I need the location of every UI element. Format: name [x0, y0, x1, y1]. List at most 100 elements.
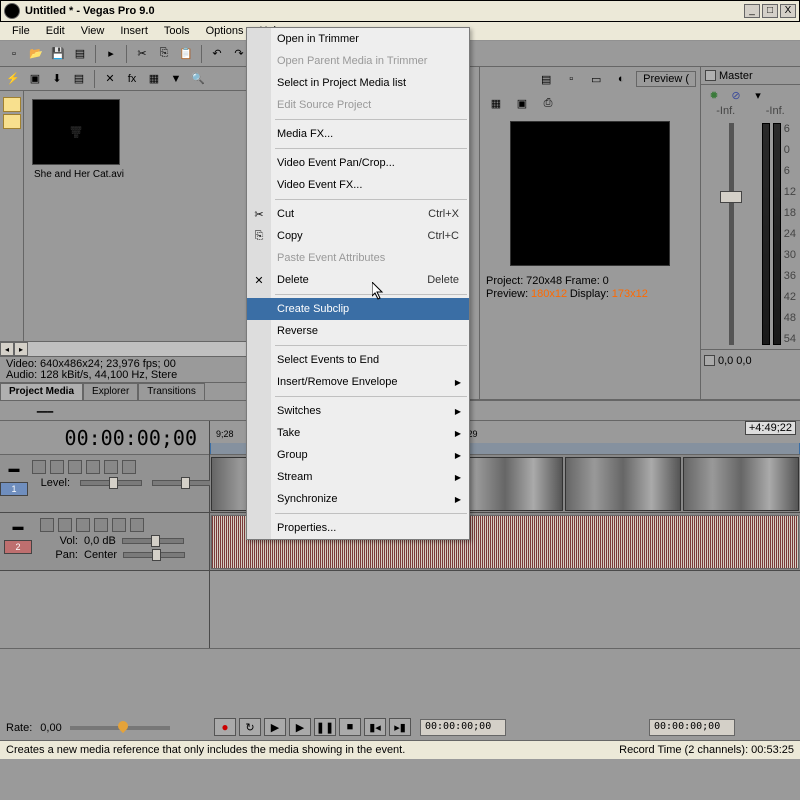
ctx-copy[interactable]: ⎘CopyCtrl+C — [247, 225, 469, 247]
get-media-icon[interactable]: ⬇ — [47, 69, 67, 89]
ctx-reverse[interactable]: Reverse — [247, 320, 469, 342]
preview-display[interactable] — [510, 121, 670, 266]
maximize-button[interactable]: □ — [762, 4, 778, 18]
ctx-open-trimmer[interactable]: Open in Trimmer — [247, 28, 469, 50]
video-track-header[interactable]: ▬ 1 Level: — [0, 455, 209, 513]
external-monitor-icon[interactable]: ▭ — [586, 69, 606, 89]
go-end-button[interactable]: ▸▮ — [389, 718, 411, 736]
tab-transitions[interactable]: Transitions — [138, 383, 205, 400]
tab-project-media[interactable]: Project Media — [0, 383, 83, 400]
ctx-synchronize[interactable]: Synchronize▶ — [247, 488, 469, 510]
safe-areas-icon[interactable]: ▣ — [512, 93, 532, 113]
arm-record-icon[interactable] — [40, 518, 54, 532]
ctx-envelope[interactable]: Insert/Remove Envelope▶ — [247, 371, 469, 393]
fx-icon[interactable]: fx — [122, 69, 142, 89]
media-list[interactable]: ░░░░░░░░░░░ She and Her Cat.avi — [24, 91, 249, 341]
scroll-left-icon[interactable]: ◂ — [0, 342, 14, 356]
tab-explorer[interactable]: Explorer — [83, 383, 138, 400]
master-output-icon[interactable]: ▾ — [748, 85, 768, 105]
paste-icon[interactable]: 📋 — [176, 44, 196, 64]
timeline-tab[interactable]: ━━━ — [0, 404, 90, 418]
save-icon[interactable]: 💾 — [48, 44, 68, 64]
media-tree[interactable] — [0, 91, 24, 341]
close-button[interactable]: X — [780, 4, 796, 18]
automation-icon[interactable] — [86, 460, 100, 474]
menu-options[interactable]: Options — [198, 23, 252, 39]
ctx-take[interactable]: Take▶ — [247, 422, 469, 444]
ctx-switches[interactable]: Switches▶ — [247, 400, 469, 422]
ctx-pan-crop[interactable]: Video Event Pan/Crop... — [247, 152, 469, 174]
ctx-cut[interactable]: ✂CutCtrl+X — [247, 203, 469, 225]
cut-icon[interactable]: ✂ — [132, 44, 152, 64]
preview-props-icon[interactable]: ▤ — [536, 69, 556, 89]
minimize-button[interactable]: _ — [744, 4, 760, 18]
folder-icon[interactable] — [3, 114, 21, 129]
mute-icon[interactable] — [104, 460, 118, 474]
master-fader[interactable] — [705, 123, 759, 345]
ctx-select-events-end[interactable]: Select Events to End — [247, 349, 469, 371]
ctx-edit-source[interactable]: Edit Source Project — [247, 94, 469, 116]
menu-file[interactable]: File — [4, 23, 38, 39]
record-button[interactable]: ● — [214, 718, 236, 736]
ctx-delete[interactable]: ✕DeleteDelete — [247, 269, 469, 291]
remove-icon[interactable]: ✕ — [100, 69, 120, 89]
copy-icon[interactable]: ⎘ — [154, 44, 174, 64]
solo-icon[interactable] — [122, 460, 136, 474]
track-minimize-icon[interactable]: ▬ — [8, 517, 28, 537]
views-icon[interactable]: ▦ — [144, 69, 164, 89]
lightning-icon[interactable]: ⚡ — [3, 69, 23, 89]
track-motion-icon[interactable] — [50, 460, 64, 474]
new-icon[interactable]: ▫ — [4, 44, 24, 64]
volume-slider[interactable] — [122, 538, 184, 544]
menu-edit[interactable]: Edit — [38, 23, 73, 39]
go-start-button[interactable]: ▮◂ — [364, 718, 386, 736]
ctx-select-project-media[interactable]: Select in Project Media list — [247, 72, 469, 94]
media-props-icon[interactable]: ▤ — [69, 69, 89, 89]
split-screen-icon[interactable]: ◐ — [611, 69, 631, 89]
play-start-button[interactable]: ▶ — [264, 718, 286, 736]
stop-button[interactable]: ■ — [339, 718, 361, 736]
undo-icon[interactable]: ↶ — [207, 44, 227, 64]
composite-slider[interactable] — [152, 480, 214, 486]
properties-icon[interactable]: ▤ — [70, 44, 90, 64]
copy-snapshot-icon[interactable]: ⎙ — [538, 93, 558, 113]
ctx-media-fx[interactable]: Media FX... — [247, 123, 469, 145]
search-icon[interactable]: 🔍 — [188, 69, 208, 89]
pan-slider[interactable] — [123, 552, 185, 558]
selection-timecode[interactable]: 00:00:00;00 — [649, 719, 735, 736]
horizontal-scrollbar[interactable]: ◂ ▸ — [0, 341, 249, 356]
level-slider[interactable] — [80, 480, 142, 486]
ctx-create-subclip[interactable]: Create Subclip — [247, 298, 469, 320]
master-fx-icon[interactable]: ✹ — [704, 85, 724, 105]
cursor-timecode[interactable]: 00:00:00;00 — [420, 719, 506, 736]
video-event[interactable] — [565, 457, 681, 511]
video-event[interactable] — [683, 457, 799, 511]
audio-track-header[interactable]: ▬ 2 Vol: 0,0 dB — [0, 513, 209, 571]
track-fx-icon[interactable] — [76, 518, 90, 532]
ctx-paste-attributes[interactable]: Paste Event Attributes — [247, 247, 469, 269]
menu-tools[interactable]: Tools — [156, 23, 198, 39]
render-icon[interactable]: ▸ — [101, 44, 121, 64]
track-fx-icon[interactable] — [68, 460, 82, 474]
invert-phase-icon[interactable] — [58, 518, 72, 532]
preview-fx-icon[interactable]: ▫ — [561, 69, 581, 89]
bypass-fx-icon[interactable] — [32, 460, 46, 474]
solo-icon[interactable] — [130, 518, 144, 532]
lock-fader-icon[interactable] — [704, 355, 715, 366]
track-minimize-icon[interactable]: ▬ — [4, 459, 24, 479]
ctx-stream[interactable]: Stream▶ — [247, 466, 469, 488]
ctx-group[interactable]: Group▶ — [247, 444, 469, 466]
menu-view[interactable]: View — [73, 23, 113, 39]
tag-icon[interactable]: ▼ — [166, 69, 186, 89]
ctx-open-parent[interactable]: Open Parent Media in Trimmer — [247, 50, 469, 72]
maximize-panel-icon[interactable] — [705, 70, 716, 81]
pause-button[interactable]: ❚❚ — [314, 718, 336, 736]
ctx-event-fx[interactable]: Video Event FX... — [247, 174, 469, 196]
preview-quality-dropdown[interactable]: Preview ( — [636, 71, 696, 87]
mute-icon[interactable] — [112, 518, 126, 532]
rate-scrubber[interactable] — [70, 726, 170, 730]
automation-icon[interactable] — [94, 518, 108, 532]
loop-button[interactable]: ↻ — [239, 718, 261, 736]
folder-icon[interactable] — [3, 97, 21, 112]
capture-icon[interactable]: ▣ — [25, 69, 45, 89]
